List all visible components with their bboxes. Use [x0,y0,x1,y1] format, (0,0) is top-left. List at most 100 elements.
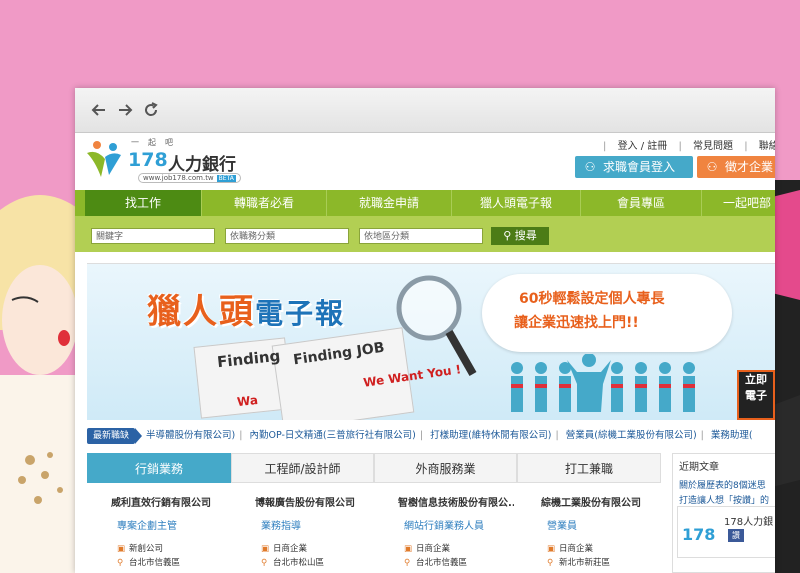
location-icon: ⚲ [404,558,411,568]
login-register-link[interactable]: 登入 / 註冊 [618,141,668,152]
nav-tab-career-change[interactable]: 轉職者必看 [202,190,327,216]
company-icon: ▣ [261,544,270,554]
reload-icon[interactable] [141,100,161,120]
logo-figures-icon [87,141,121,177]
jobseeker-login-label: 求職會員登入 [603,160,676,174]
nav-tab-headhunter-newsletter[interactable]: 獵人頭電子報 [452,190,581,216]
employer-button[interactable]: ⚇ 徵才企業 [697,156,775,178]
user-icon: ⚇ [584,160,596,174]
job-listings: 威利直效行銷有限公司 專案企劃主管 ▣ 新創公司 ⚲ 台北市信義區 博報廣告股份有限… [87,485,661,573]
main-nav: 找工作 轉職者必看 就職金申請 獵人頭電子報 會員專區 一起吧部 [75,190,775,216]
logo-number: 178 [128,149,168,171]
banner-title-a: 獵人頭 [147,292,255,332]
ticker-item[interactable]: 打樣助理(維特休閒有限公司) [430,430,551,441]
area-select[interactable]: 依地區分類 [359,228,483,244]
employer-label: 徵才企業 [725,160,774,174]
banner-line-1: 60秒輕鬆設定個人專長 [519,291,665,307]
job-meta: ▣ 日商企業 ⚲ 台北市信義區 [374,542,514,570]
want-you-text-partial: Wa [236,392,259,410]
category-select[interactable]: 依職務分類 [225,228,349,244]
back-arrow-icon[interactable] [89,100,109,120]
banner-title-b: 電子報 [255,297,346,330]
recent-articles-sidebar: 近期文章 關於履歷表的8個迷思 打造讓人想「按讚」的 178 178人力銀 讚 [672,453,775,573]
ticker-item[interactable]: 內勤OP-日文精通(三普旅行社有限公司) [250,430,416,441]
job-card[interactable]: 綜機工業股份有限公司 營業員 ▣ 日商企業 ⚲ 新北市新莊區 [517,485,657,573]
job-meta: ▣ 日商企業 ⚲ 台北市松山區 [231,542,371,570]
job-position[interactable]: 網站行銷業務人員 [374,517,514,532]
contact-link[interactable]: 聯絡 [759,141,775,152]
nav-tab-employment-bonus[interactable]: 就職金申請 [327,190,452,216]
fb-page-name[interactable]: 178人力銀 [724,513,773,528]
job-position[interactable]: 營業員 [517,517,657,532]
faq-link[interactable]: 常見問題 [693,141,733,152]
user-icon: ⚇ [706,160,718,174]
top-links: | 登入 / 註冊 | 常見問題 | 聯絡 [603,137,775,152]
logo-name: 人力銀行 [168,155,236,175]
webpage: 一起吧 178 人力銀行 www.job178.com.tw BETA | 登入 … [75,133,775,573]
latest-jobs-ticker: 最新職缺 半導體股份有限公司) | 內勤OP-日文精通(三普旅行社有限公司) | 打… [87,427,775,445]
company-type: 日商企業 [273,544,308,554]
jobseeker-login-button[interactable]: ⚇ 求職會員登入 [575,156,693,178]
divider: | [603,141,607,152]
banner-line-2: 讓企業迅速找上門!! [514,315,639,331]
company-name[interactable]: 博報廣告股份有限公司 [231,494,371,509]
forward-arrow-icon[interactable] [115,100,135,120]
job-area: 台北市信義區 [129,558,181,568]
company-icon: ▣ [404,544,413,554]
facebook-widget: 178 178人力銀 讚 [677,506,775,558]
job-meta: ▣ 新創公司 ⚲ 台北市信義區 [87,542,227,570]
divider: | [700,430,704,441]
ticker-item[interactable]: 半導體股份有限公司) [146,430,235,441]
nav-tab-together[interactable]: 一起吧部 [702,190,775,216]
search-button-label: 搜尋 [514,229,537,242]
company-icon: ▣ [547,544,556,554]
tab-marketing-sales[interactable]: 行銷業務 [87,453,231,483]
company-name[interactable]: 威利直效行銷有限公司 [87,494,227,509]
ticker-item[interactable]: 營業員(綜機工業股份有限公司) [566,430,697,441]
sidebar-heading: 近期文章 [679,462,719,473]
job-area: 新北市新莊區 [559,558,611,568]
browser-toolbar [75,88,775,133]
divider: | [419,430,424,441]
latest-jobs-badge: 最新職缺 [87,428,143,444]
location-icon: ⚲ [117,558,124,568]
article-link[interactable]: 關於履歷表的8個迷思 [673,477,775,492]
banner-corner-badge: 立即 電子 [737,370,775,420]
job-position[interactable]: 專案企劃主管 [87,517,227,532]
banner-title: 獵人頭電子報 [147,284,345,333]
ticker-item[interactable]: 業務助理( [711,430,753,441]
promo-banner[interactable]: 獵人頭電子報 60秒輕鬆設定個人專長 讓企業迅速找上門!! Finding Fi… [87,263,775,420]
company-name[interactable]: 綜機工業股份有限公司 [517,494,657,509]
nav-tab-find-job[interactable]: 找工作 [85,190,202,216]
tab-part-time[interactable]: 打工兼職 [517,453,661,483]
job-card[interactable]: 威利直效行銷有限公司 專案企劃主管 ▣ 新創公司 ⚲ 台北市信義區 [87,485,227,573]
tab-foreign-service[interactable]: 外商服務業 [374,453,517,483]
job-meta: ▣ 日商企業 ⚲ 新北市新莊區 [517,542,657,570]
job-category-tabs: 行銷業務 工程師/設計師 外商服務業 打工兼職 [87,453,661,483]
fb-like-button[interactable]: 讚 [728,529,744,542]
people-figures-illustration [511,354,695,412]
divider: | [239,430,243,441]
logo-url: www.job178.com.tw BETA [138,173,241,183]
divider: | [744,141,748,152]
search-icon: ⚲ [503,229,515,242]
nav-tab-member-area[interactable]: 會員專區 [581,190,702,216]
job-area: 台北市松山區 [273,558,325,568]
job-position[interactable]: 業務指導 [231,517,371,532]
tab-engineer-designer[interactable]: 工程師/設計師 [231,453,374,483]
beta-badge: BETA [216,175,236,182]
company-type: 日商企業 [559,544,594,554]
divider: | [678,141,682,152]
location-icon: ⚲ [261,558,268,568]
logo-tagline: 一起吧 [131,138,182,147]
location-icon: ⚲ [547,558,554,568]
keyword-input[interactable]: 關鍵字 [91,228,215,244]
logo-url-text: www.job178.com.tw [143,174,214,182]
job-area: 台北市信義區 [416,558,468,568]
search-button[interactable]: ⚲ 搜尋 [491,227,549,245]
site-logo[interactable]: 一起吧 178 人力銀行 www.job178.com.tw BETA [83,135,253,187]
company-name[interactable]: 智樹信息技術股份有限公... [374,494,514,509]
job-card[interactable]: 博報廣告股份有限公司 業務指導 ▣ 日商企業 ⚲ 台北市松山區 [231,485,371,573]
article-link[interactable]: 打造讓人想「按讚」的 [673,492,775,507]
job-card[interactable]: 智樹信息技術股份有限公... 網站行銷業務人員 ▣ 日商企業 ⚲ 台北市信義區 [374,485,514,573]
